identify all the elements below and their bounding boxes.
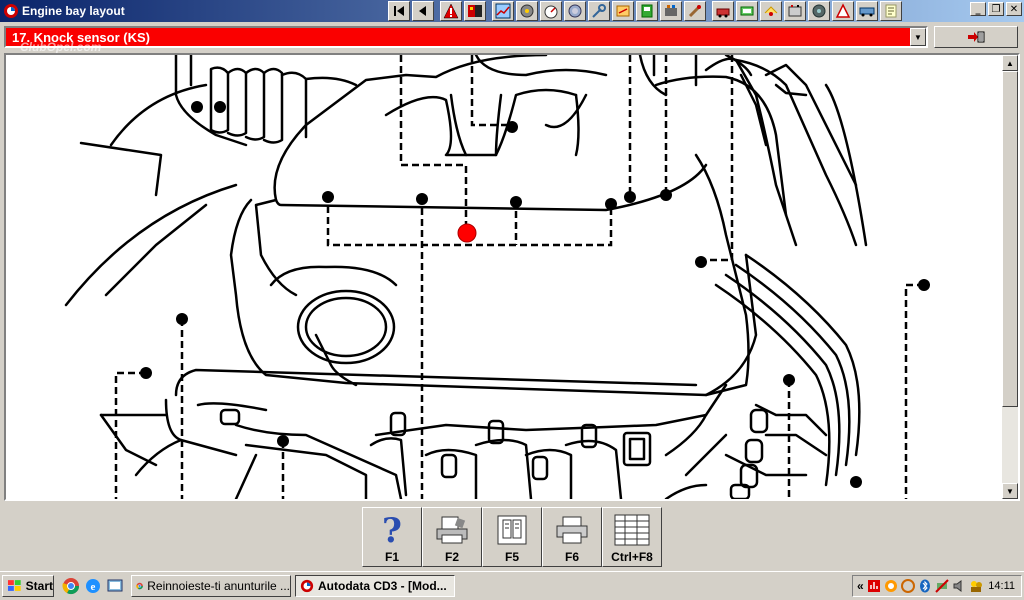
minimize-icon[interactable]: _ bbox=[970, 2, 986, 16]
antivirus-icon[interactable] bbox=[867, 579, 881, 593]
tools-icon[interactable] bbox=[588, 1, 610, 21]
taskbar: Start e Reinnoieste-ti anunturile ... Au… bbox=[0, 571, 1024, 600]
bluetooth-icon[interactable] bbox=[918, 579, 932, 593]
window-title: Engine bay layout bbox=[22, 4, 125, 18]
table-view-button-label: Ctrl+F8 bbox=[611, 550, 653, 564]
printer-icon bbox=[552, 512, 592, 548]
engine-drawing bbox=[64, 55, 930, 499]
tray-expand-icon[interactable]: « bbox=[857, 579, 864, 593]
component-info-icon bbox=[492, 512, 532, 548]
handsfree-icon[interactable] bbox=[564, 1, 586, 21]
volume-icon[interactable] bbox=[952, 579, 966, 593]
close-icon[interactable]: ✕ bbox=[1006, 2, 1022, 16]
help-button-label: F1 bbox=[384, 550, 399, 564]
table-view-button[interactable]: Ctrl+F8 bbox=[602, 507, 662, 567]
battery-icon[interactable] bbox=[784, 1, 806, 21]
table-icon bbox=[612, 512, 652, 548]
internet-explorer-icon[interactable]: e bbox=[84, 577, 102, 595]
component-selector-row: 17. Knock sensor (KS) ClubOpel.com ▼ bbox=[0, 24, 1024, 54]
spanner-icon[interactable] bbox=[612, 1, 634, 21]
taskbar-item-label: Autodata CD3 - [Mod... bbox=[318, 579, 447, 593]
go-to-component-button[interactable] bbox=[934, 26, 1018, 48]
start-button[interactable]: Start bbox=[2, 575, 54, 597]
help-icon: ? bbox=[372, 512, 412, 548]
toolbar bbox=[388, 1, 902, 21]
car-front-icon[interactable] bbox=[712, 1, 734, 21]
component-info-button-label: F5 bbox=[504, 550, 519, 564]
print-preview-button-label: F2 bbox=[444, 550, 459, 564]
taskbar-item-browser[interactable]: Reinnoieste-ti anunturile ... bbox=[131, 575, 291, 597]
start-label: Start bbox=[25, 579, 53, 593]
autodata-logo-icon bbox=[300, 579, 314, 593]
cog-icon[interactable] bbox=[684, 1, 706, 21]
users-icon[interactable] bbox=[969, 579, 983, 593]
chrome-icon bbox=[136, 582, 143, 590]
previous-page-icon[interactable] bbox=[412, 1, 434, 21]
chrome-icon[interactable] bbox=[62, 577, 80, 595]
restore-icon[interactable]: ❐ bbox=[988, 2, 1004, 16]
print-button[interactable]: F6 bbox=[542, 507, 602, 567]
print-preview-button[interactable]: F2 bbox=[422, 507, 482, 567]
engine-bay-diagram: ▲ ▼ bbox=[4, 53, 1020, 501]
chart2-icon[interactable] bbox=[808, 1, 830, 21]
scroll-up-icon[interactable]: ▲ bbox=[1002, 55, 1018, 71]
knock-sensor-marker[interactable] bbox=[457, 223, 477, 243]
svg-text:e: e bbox=[91, 581, 96, 593]
application-window: Engine bay layout _ ❐ ✕ 17. Knock sensor… bbox=[0, 0, 1024, 600]
warning-icon[interactable] bbox=[440, 1, 462, 21]
print-button-label: F6 bbox=[564, 550, 579, 564]
update-icon[interactable] bbox=[884, 579, 898, 593]
chart-icon[interactable] bbox=[492, 1, 514, 21]
component-dropdown[interactable]: 17. Knock sensor (KS) ClubOpel.com ▼ bbox=[4, 26, 928, 54]
print-preview-icon bbox=[432, 512, 472, 548]
diagnostic-icon[interactable] bbox=[736, 1, 758, 21]
scroll-thumb[interactable] bbox=[1002, 71, 1018, 407]
note-icon[interactable] bbox=[880, 1, 902, 21]
system-tray: « 14:11 bbox=[852, 575, 1022, 597]
help-button[interactable]: ? F1 bbox=[362, 507, 422, 567]
taskbar-item-label: Reinnoieste-ti anunturile ... bbox=[147, 579, 290, 593]
abs-icon[interactable] bbox=[832, 1, 854, 21]
scroll-down-icon[interactable]: ▼ bbox=[1002, 483, 1018, 499]
safely-remove-icon[interactable] bbox=[934, 579, 949, 593]
road-icon[interactable] bbox=[856, 1, 878, 21]
watermark: ClubOpel.com bbox=[20, 40, 102, 54]
component-info-button[interactable]: F5 bbox=[482, 507, 542, 567]
gear-icon[interactable] bbox=[516, 1, 538, 21]
speedometer-icon[interactable] bbox=[540, 1, 562, 21]
first-page-icon[interactable] bbox=[388, 1, 410, 21]
engine-icon[interactable] bbox=[660, 1, 682, 21]
wrench-icon[interactable] bbox=[636, 1, 658, 21]
title-bar: Engine bay layout _ ❐ ✕ bbox=[0, 0, 1024, 22]
clock[interactable]: 14:11 bbox=[988, 580, 1015, 592]
window-controls: _ ❐ ✕ bbox=[970, 2, 1022, 16]
svg-text:?: ? bbox=[382, 512, 402, 548]
taskbar-item-autodata[interactable]: Autodata CD3 - [Mod... bbox=[295, 575, 455, 597]
function-key-bar: ? F1 F2 F5 F6 Ctrl+F8 bbox=[362, 507, 662, 567]
network-icon[interactable] bbox=[900, 579, 915, 593]
autodata-logo-icon bbox=[4, 4, 18, 18]
chevron-down-icon[interactable]: ▼ bbox=[910, 28, 926, 46]
show-desktop-icon[interactable] bbox=[106, 577, 124, 595]
color-block-icon[interactable] bbox=[464, 1, 486, 21]
windows-logo-icon bbox=[7, 580, 21, 591]
vertical-scrollbar[interactable]: ▲ ▼ bbox=[1002, 55, 1018, 499]
key-icon[interactable] bbox=[760, 1, 782, 21]
goto-icon bbox=[968, 31, 985, 43]
